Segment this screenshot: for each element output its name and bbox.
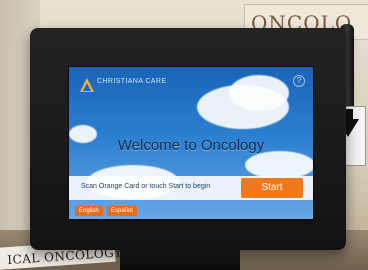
start-button[interactable]: Start [241, 178, 303, 198]
language-button-english[interactable]: English [75, 206, 103, 216]
cloud [245, 151, 313, 179]
kiosk-monitor: CHRISTIANA CARE ? Welcome to Oncology Sc… [30, 28, 346, 250]
cloud [229, 75, 289, 111]
start-instruction: Scan Orange Card or touch Start to begin [81, 183, 211, 190]
logo-text: CHRISTIANA CARE [97, 78, 167, 85]
welcome-title: Welcome to Oncology [117, 137, 265, 154]
photo-scene: ONCOLO ICAL ONCOLOGY CHRISTIANA CARE ? W… [0, 0, 368, 270]
kiosk-screen: CHRISTIANA CARE ? Welcome to Oncology Sc… [68, 66, 314, 220]
start-bar: Scan Orange Card or touch Start to begin… [69, 176, 313, 200]
triangle-logo-icon [80, 78, 94, 92]
help-icon[interactable]: ? [293, 75, 305, 87]
language-button-espanol[interactable]: Español [107, 206, 137, 216]
